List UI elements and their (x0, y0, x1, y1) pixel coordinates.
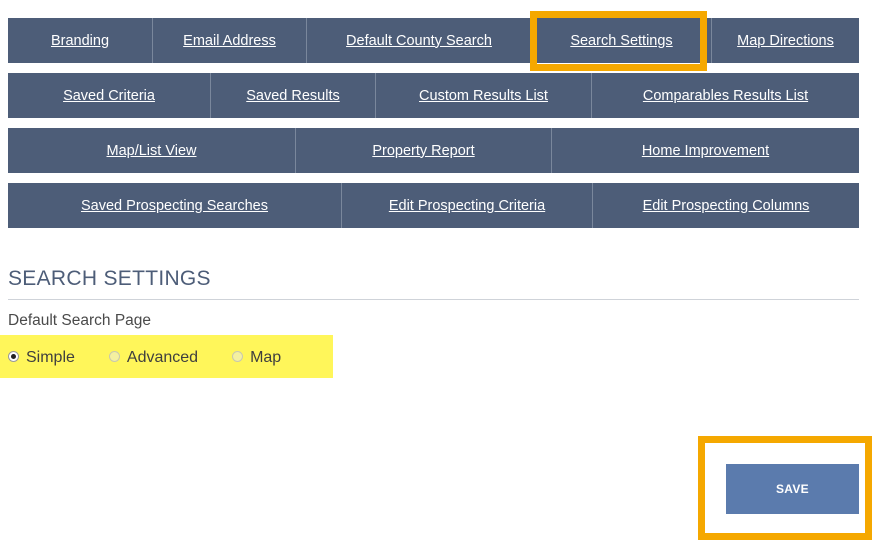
radio-option-map[interactable]: Map (232, 349, 281, 367)
nav-edit-prospecting-columns[interactable]: Edit Prospecting Columns (593, 183, 859, 228)
nav-default-county-search[interactable]: Default County Search (307, 18, 532, 63)
nav-branding[interactable]: Branding (8, 18, 153, 63)
nav-map-list-view[interactable]: Map/List View (8, 128, 296, 173)
save-button[interactable]: SAVE (726, 464, 859, 514)
nav-row-3: Map/List View Property Report Home Impro… (8, 128, 859, 173)
nav-saved-prospecting-searches[interactable]: Saved Prospecting Searches (8, 183, 342, 228)
nav-row-4: Saved Prospecting Searches Edit Prospect… (8, 183, 859, 228)
nav-saved-criteria[interactable]: Saved Criteria (8, 73, 211, 118)
nav-custom-results-list[interactable]: Custom Results List (376, 73, 592, 118)
nav-saved-results[interactable]: Saved Results (211, 73, 376, 118)
radio-simple[interactable] (8, 350, 19, 362)
radio-map[interactable] (232, 350, 244, 362)
nav-property-report[interactable]: Property Report (296, 128, 552, 173)
radio-label-map: Map (250, 349, 282, 366)
nav-row-2: Saved Criteria Saved Results Custom Resu… (8, 73, 859, 118)
radio-option-advanced[interactable]: Advanced (108, 349, 199, 367)
nav-row-1: Branding Email Address Default County Se… (8, 18, 859, 63)
radio-label-advanced: Advanced (126, 349, 199, 366)
default-search-page-label: Default Search Page (8, 312, 152, 329)
nav-edit-prospecting-criteria[interactable]: Edit Prospecting Criteria (342, 183, 593, 228)
nav-email-address[interactable]: Email Address (153, 18, 307, 63)
nav-search-settings[interactable]: Search Settings (532, 18, 712, 63)
section-title: SEARCH SETTINGS (8, 267, 211, 290)
section-divider (8, 299, 859, 300)
nav-home-improvement[interactable]: Home Improvement (552, 128, 859, 173)
radio-option-simple[interactable]: Simple (8, 349, 75, 367)
default-search-page-radio-group: Simple Advanced Map (8, 347, 315, 369)
nav-comparables-results-list[interactable]: Comparables Results List (592, 73, 859, 118)
nav-map-directions[interactable]: Map Directions (712, 18, 859, 63)
radio-advanced[interactable] (108, 350, 120, 362)
radio-label-simple: Simple (26, 349, 75, 366)
